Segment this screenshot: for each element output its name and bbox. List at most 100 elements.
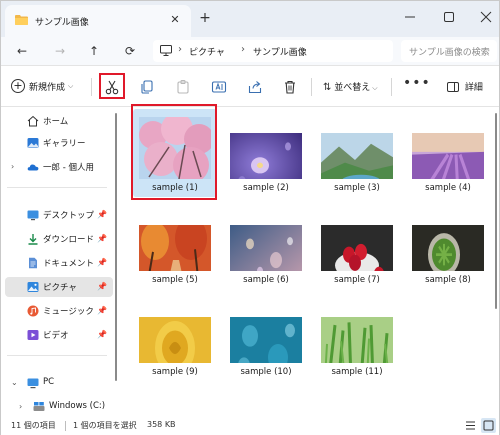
download-icon: [28, 234, 38, 245]
sidebar-item-downloads[interactable]: ダウンロード 📌: [5, 229, 113, 249]
new-button-label: 新規作成: [29, 82, 66, 93]
grid-view-icon: [483, 420, 494, 431]
details-pane-icon: [447, 81, 459, 92]
chevron-right-icon: ›: [178, 44, 182, 55]
file-name: sample (9): [152, 367, 198, 377]
sidebar-item-label: 一郎 - 個人用: [43, 163, 94, 173]
rename-icon[interactable]: [209, 77, 229, 97]
chevron-right-icon[interactable]: ›: [19, 402, 22, 411]
tab-sample-images[interactable]: サンプル画像 ✕: [5, 5, 191, 37]
up-button[interactable]: ↑: [85, 42, 103, 60]
more-options-button[interactable]: •••: [403, 75, 431, 91]
sort-button[interactable]: ⇅ 並べ替え ⌵: [323, 80, 378, 93]
maximize-button[interactable]: [438, 8, 460, 26]
sidebar-item-home[interactable]: ホーム: [5, 111, 113, 131]
sidebar-item-pictures[interactable]: ピクチャ 📌: [5, 277, 113, 297]
share-icon[interactable]: [245, 77, 265, 97]
status-bar: 11 個の項目 1 個の項目を選択 358 KB: [1, 416, 499, 435]
file-name: sample (2): [243, 183, 289, 193]
pin-icon: 📌: [97, 330, 107, 339]
navigation-pane: ホーム ギャラリー › 一郎 - 個人用 デスクトップ 📌 ダウンロード 📌 ド…: [1, 107, 119, 416]
desktop-icon: [27, 210, 39, 221]
file-name: sample (4): [425, 183, 471, 193]
gallery-icon: [27, 138, 39, 148]
sidebar-item-gallery[interactable]: ギャラリー: [5, 133, 113, 153]
file-tile[interactable]: sample (11): [315, 293, 399, 381]
file-thumbnail: [230, 225, 302, 271]
file-name: sample (6): [243, 275, 289, 285]
pin-icon: 📌: [97, 210, 107, 219]
sidebar-item-label: Windows (C:): [49, 401, 106, 411]
file-tile[interactable]: sample (8): [406, 201, 490, 289]
sidebar-item-label: ビデオ: [43, 331, 69, 341]
close-window-button[interactable]: [475, 8, 497, 26]
pin-icon: 📌: [97, 306, 107, 315]
close-tab-icon[interactable]: ✕: [168, 13, 182, 27]
minimize-button[interactable]: [399, 8, 421, 26]
sidebar-item-label: ギャラリー: [43, 139, 86, 149]
file-tile[interactable]: sample (9): [133, 293, 217, 381]
breadcrumb-pictures[interactable]: ピクチャ: [189, 45, 225, 58]
content-scrollbar[interactable]: [495, 113, 497, 309]
large-icons-view-button[interactable]: [481, 418, 496, 433]
back-button[interactable]: ←: [13, 42, 31, 60]
sidebar-item-drive-c[interactable]: › Windows (C:): [5, 397, 113, 417]
file-thumbnail: [230, 133, 302, 179]
forward-button[interactable]: →: [51, 42, 69, 60]
file-tile[interactable]: sample (6): [224, 201, 308, 289]
breadcrumb-sample-images[interactable]: サンプル画像: [253, 45, 307, 58]
status-divider: [65, 421, 66, 431]
chevron-down-icon[interactable]: ⌄: [11, 378, 18, 387]
item-count: 11 個の項目: [11, 421, 56, 430]
sidebar-item-videos[interactable]: ビデオ 📌: [5, 325, 113, 345]
file-tile[interactable]: sample (2): [224, 109, 308, 197]
details-view-button[interactable]: [463, 418, 478, 433]
new-tab-button[interactable]: +: [197, 10, 213, 26]
file-tile[interactable]: sample (7): [315, 201, 399, 289]
sidebar-item-label: ドキュメント: [43, 259, 95, 269]
chevron-right-icon[interactable]: ›: [11, 162, 14, 171]
sidebar-item-documents[interactable]: ドキュメント 📌: [5, 253, 113, 273]
refresh-button[interactable]: ⟳: [121, 42, 139, 60]
file-thumbnail: [139, 317, 211, 363]
file-tile[interactable]: sample (10): [224, 293, 308, 381]
sidebar-item-label: ピクチャ: [43, 283, 77, 293]
file-tile[interactable]: sample (3): [315, 109, 399, 197]
pin-icon: 📌: [97, 282, 107, 291]
file-tile[interactable]: sample (5): [133, 201, 217, 289]
onedrive-icon: [27, 164, 39, 171]
list-view-icon: [466, 421, 475, 430]
folder-icon: [15, 15, 28, 25]
details-label: 詳細: [464, 83, 483, 93]
new-button[interactable]: + 新規作成 ⌵: [11, 79, 73, 95]
file-thumbnail: [230, 317, 302, 363]
chevron-down-icon: ⌵: [68, 81, 74, 90]
toolbar-divider: [91, 78, 92, 96]
address-row: ← → ↑ ⟳ › ピクチャ › サンプル画像 サンプル画像の検索: [1, 37, 499, 65]
pin-icon: 📌: [97, 234, 107, 243]
title-bar: サンプル画像 ✕ +: [1, 1, 499, 37]
sidebar-item-label: ダウンロード: [43, 235, 95, 245]
pc-icon: [27, 378, 39, 389]
home-icon: [27, 115, 39, 127]
file-thumbnail: [321, 133, 393, 179]
sidebar-divider: [7, 187, 107, 188]
search-box[interactable]: サンプル画像の検索: [401, 40, 497, 62]
file-thumbnail: [139, 225, 211, 271]
sidebar-item-music[interactable]: ミュージック 📌: [5, 301, 113, 321]
delete-icon[interactable]: [280, 77, 300, 97]
copy-icon[interactable]: [137, 77, 157, 97]
paste-icon[interactable]: [173, 77, 193, 97]
file-tile[interactable]: sample (4): [406, 109, 490, 197]
sidebar-item-label: デスクトップ: [43, 211, 95, 221]
file-name: sample (8): [425, 275, 471, 285]
address-bar[interactable]: › ピクチャ › サンプル画像: [153, 40, 393, 62]
sidebar-item-onedrive[interactable]: › 一郎 - 個人用: [5, 157, 113, 177]
music-icon: [27, 305, 39, 317]
sidebar-scrollbar[interactable]: [115, 113, 117, 381]
details-pane-button[interactable]: 詳細: [447, 80, 483, 93]
sidebar-item-pc[interactable]: ⌄ PC: [5, 373, 113, 393]
file-name: sample (7): [334, 275, 380, 285]
selection-highlight-box: [131, 104, 217, 200]
sidebar-item-desktop[interactable]: デスクトップ 📌: [5, 205, 113, 225]
